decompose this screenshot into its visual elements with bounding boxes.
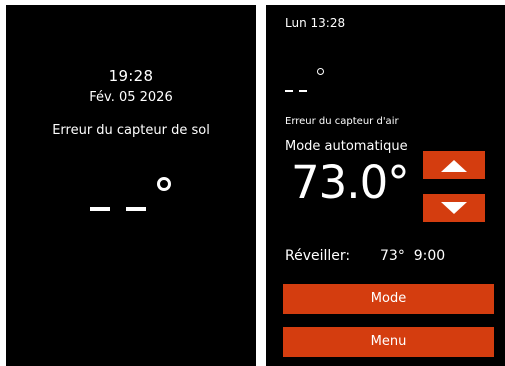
setpoint-temperature: 73.0° [291,156,410,209]
air-temperature-placeholder [285,68,335,94]
temperature-dash [126,207,146,211]
wake-label: Réveiller: [285,248,351,264]
decrease-temperature-button[interactable] [423,194,485,222]
wake-value: 73° 9:00 [380,248,446,264]
air-sensor-error-message: Erreur du capteur d'air [285,116,399,127]
mode-button[interactable]: Mode [283,284,494,314]
increase-temperature-button[interactable] [423,151,485,179]
menu-button[interactable]: Menu [283,327,494,357]
temperature-dash [90,207,110,211]
degree-symbol [317,68,324,75]
mode-label: Mode automatique [285,139,408,154]
left-thermostat-screen: 19:28 Fév. 05 2026 Erreur du capteur de … [6,5,256,366]
clock-day-time: Lun 13:28 [285,16,346,30]
degree-symbol [157,177,171,191]
right-thermostat-screen: Lun 13:28 Erreur du capteur d'air Mode a… [266,5,505,366]
triangle-down-icon [441,202,467,214]
floor-temperature-placeholder [90,177,171,213]
temperature-dash [299,90,307,92]
temperature-dash [285,90,293,92]
floor-sensor-error-message: Erreur du capteur de sol [52,123,210,138]
triangle-up-icon [441,160,467,172]
clock-date: Fév. 05 2026 [89,90,173,105]
clock-time: 19:28 [108,67,154,85]
